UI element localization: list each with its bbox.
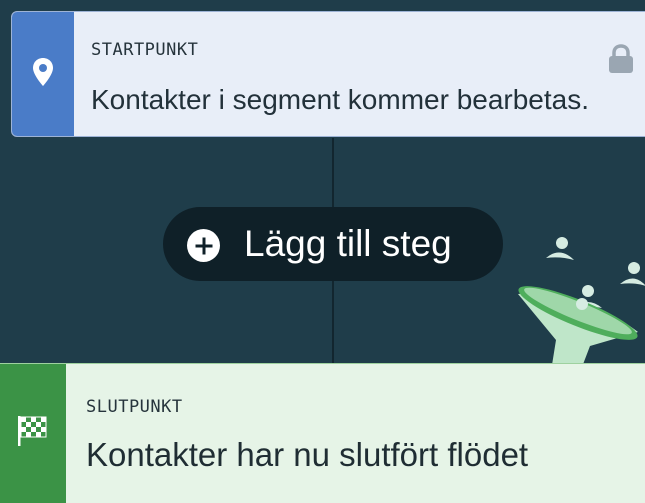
plus-circle-icon xyxy=(187,229,220,262)
start-node-kicker: STARTPUNKT xyxy=(91,40,199,60)
add-step-label: Lägg till steg xyxy=(244,223,452,264)
end-node-card[interactable]: SLUTPUNKT Kontakter har nu slutfört flöd… xyxy=(0,363,645,503)
start-node-sidebar xyxy=(12,12,74,136)
lock-icon xyxy=(608,44,634,79)
checkered-flag-icon xyxy=(17,414,49,453)
start-node-card[interactable]: STARTPUNKT Kontakter i segment kommer be… xyxy=(11,11,645,137)
add-step-button[interactable]: Lägg till steg xyxy=(163,207,503,281)
end-node-description: Kontakter har nu slutfört flödet xyxy=(86,436,529,473)
end-node-kicker: SLUTPUNKT xyxy=(86,397,183,417)
end-node-sidebar xyxy=(0,364,66,503)
start-node-description: Kontakter i segment kommer bearbetas. xyxy=(91,84,590,115)
map-pin-icon xyxy=(32,57,54,92)
